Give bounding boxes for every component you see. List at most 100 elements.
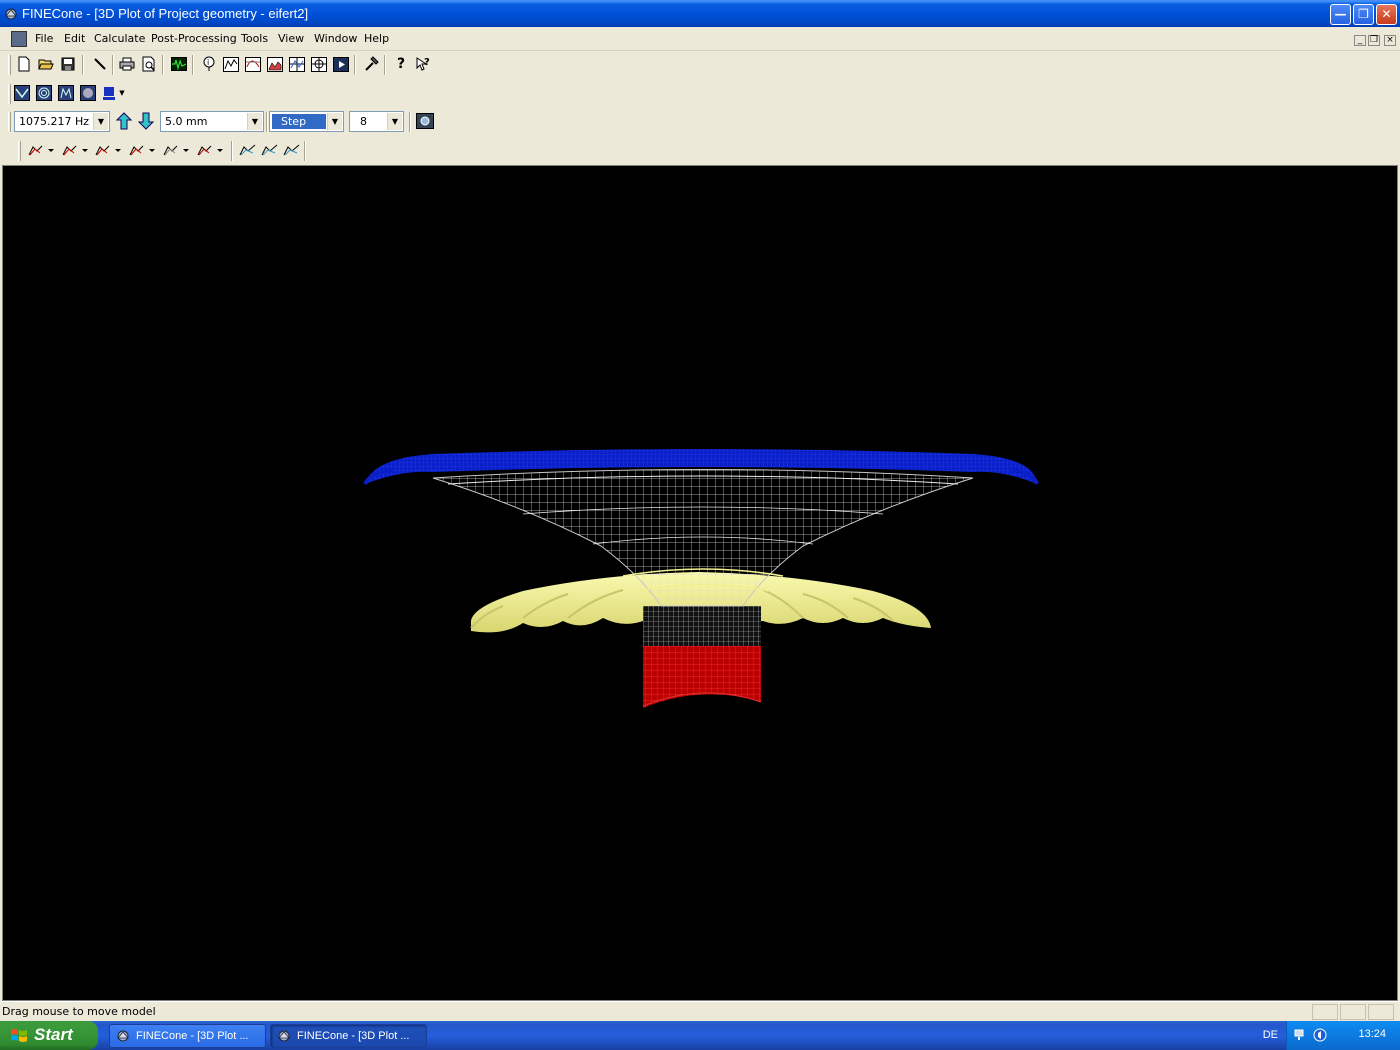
toolbar-separator [82,55,84,75]
print-icon[interactable] [117,54,137,74]
start-label: Start [34,1025,73,1044]
arrow-up-icon[interactable] [114,111,134,131]
mdi-document-icon[interactable] [11,31,27,47]
status-message: Drag mouse to move model [2,1005,156,1018]
animation-play-icon[interactable] [331,54,351,74]
toolbar-separator [304,141,306,161]
graph-4-icon[interactable] [128,140,158,160]
chevron-down-icon[interactable]: ▼ [327,113,342,130]
mdi-close-button[interactable]: × [1384,35,1396,46]
3d-plot-viewport[interactable] [2,165,1398,1001]
svg-text:?: ? [424,57,430,68]
svg-text:i: i [207,58,209,67]
toolbar-separator [266,112,268,132]
count-value: 8 [360,115,367,128]
app-icon[interactable] [4,7,18,21]
taskbar-button-active[interactable]: FINECone - [3D Plot ... [270,1024,427,1048]
dropdown-arrow-icon[interactable]: ▼ [116,83,128,103]
window-titlebar[interactable]: FINECone - [3D Plot of Project geometry … [0,0,1400,27]
graph-6-icon[interactable] [196,140,226,160]
save-icon[interactable] [58,54,78,74]
graph-compare-2-icon[interactable] [260,140,280,160]
graph-compare-3-icon[interactable] [282,140,302,160]
toolbar-separator [409,112,411,132]
status-bar: Drag mouse to move model [0,1001,1400,1021]
view-mesh-icon[interactable] [56,83,76,103]
menu-tools[interactable]: Tools [236,27,273,51]
step-size-select[interactable]: 5.0 mm ▼ [160,111,264,132]
graph-1-icon[interactable] [27,140,57,160]
graph-compare-1-icon[interactable] [238,140,258,160]
status-pane [1312,1004,1338,1020]
toolbar-grip[interactable] [8,84,11,104]
parameter-toolbar: 1075.217 Hz ▼ 5.0 mm ▼ Step ▼ 8 ▼ [0,108,1400,136]
chevron-down-icon[interactable]: ▼ [93,113,108,130]
open-folder-icon[interactable] [36,54,56,74]
chart-phase-icon[interactable] [287,54,307,74]
frequency-value: 1075.217 Hz [19,115,90,128]
menu-file[interactable]: File [30,27,58,51]
pen-tool-icon[interactable] [90,54,110,74]
graph-3-icon[interactable] [94,140,124,160]
maximize-button[interactable]: ❐ [1353,4,1374,25]
app-icon [117,1030,129,1042]
info-icon[interactable]: i [199,54,219,74]
system-tray: 13:24 [1286,1021,1400,1050]
count-select[interactable]: 8 ▼ [349,111,404,132]
sound-icon[interactable] [1313,1028,1327,1042]
graph-2-icon[interactable] [61,140,91,160]
mode-select[interactable]: Step ▼ [269,111,344,132]
taskbar-button-label: FINECone - [3D Plot ... [297,1030,410,1042]
toolbar-separator [231,141,233,161]
cone-mesh [432,469,974,607]
mdi-restore-button[interactable]: ❐ [1368,35,1380,46]
menu-help[interactable]: Help [359,27,394,51]
new-file-icon[interactable] [14,54,34,74]
window-title: FINECone - [3D Plot of Project geometry … [22,6,309,21]
close-button[interactable]: ✕ [1376,4,1397,25]
start-button[interactable]: Start [0,1021,98,1050]
mode-value: Step [272,114,326,129]
main-toolbar: i ? ? [0,51,1400,79]
menu-edit[interactable]: Edit [59,27,90,51]
help-icon[interactable]: ? [391,54,411,74]
toolbar-separator [354,55,356,75]
view-circle-icon[interactable] [34,83,54,103]
toolbar-grip[interactable] [8,55,11,75]
chart-directivity-icon[interactable] [309,54,329,74]
view-sphere-icon[interactable] [78,83,98,103]
graph-5-icon[interactable] [162,140,192,160]
frequency-select[interactable]: 1075.217 Hz ▼ [14,111,110,132]
hammer-icon[interactable] [361,54,381,74]
taskbar-button[interactable]: FINECone - [3D Plot ... [109,1024,266,1048]
clock[interactable]: 13:24 [1358,1028,1386,1040]
toolbar-separator [384,55,386,75]
context-help-icon[interactable]: ? [413,54,433,74]
print-preview-icon[interactable] [139,54,159,74]
step-size-value: 5.0 mm [165,115,208,128]
network-icon[interactable] [1293,1028,1307,1042]
chart-response-icon[interactable] [221,54,241,74]
minimize-button[interactable]: — [1330,4,1351,25]
menu-view[interactable]: View [273,27,309,51]
menu-post-processing[interactable]: Post-Processing [146,27,242,51]
chart-spl-icon[interactable] [265,54,285,74]
menu-calculate[interactable]: Calculate [89,27,150,51]
taskbar: Start FINECone - [3D Plot ... FINECone -… [0,1021,1400,1050]
oscilloscope-icon[interactable] [169,54,189,74]
arrow-down-icon[interactable] [136,111,156,131]
loudspeaker-model[interactable] [3,166,1397,1000]
language-indicator[interactable]: DE [1263,1029,1278,1041]
chevron-down-icon[interactable]: ▼ [247,113,262,130]
camera-view-icon[interactable] [415,111,435,131]
app-icon [278,1030,290,1042]
chevron-down-icon[interactable]: ▼ [387,113,402,130]
toolbar-grip[interactable] [8,112,11,132]
chart-impedance-icon[interactable] [243,54,263,74]
mdi-minimize-button[interactable]: _ [1354,35,1366,46]
view-cone-icon[interactable] [12,83,32,103]
toolbar-separator [162,55,164,75]
windows-logo-icon [11,1029,27,1042]
toolbar-grip[interactable] [18,141,21,161]
menu-window[interactable]: Window [309,27,362,51]
